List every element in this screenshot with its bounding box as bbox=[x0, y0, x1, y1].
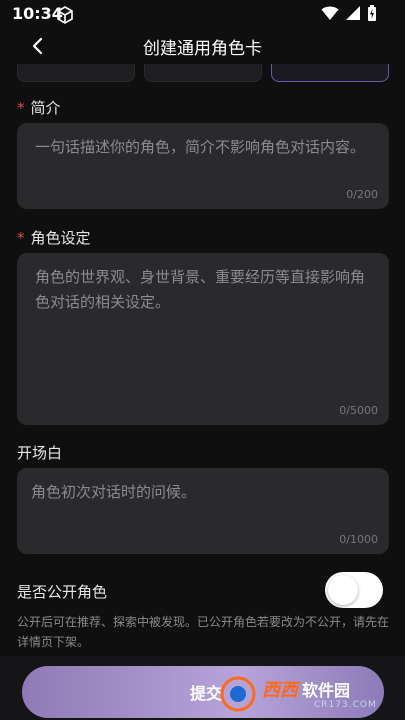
watermark-logo: 西西 软件园 CR173.COM bbox=[218, 672, 388, 716]
setting-placeholder: 角色的世界观、身世背景、重要经历等直接影响角色对话的相关设定。 bbox=[35, 268, 366, 311]
intro-counter: 0/200 bbox=[346, 188, 378, 201]
intro-placeholder: 一句话描述你的角色，简介不影响角色对话内容。 bbox=[35, 138, 366, 156]
sim-card-icon bbox=[56, 6, 74, 28]
watermark-emblem-icon bbox=[220, 676, 256, 712]
status-icons bbox=[321, 4, 377, 26]
watermark-text: 西西 软件园 bbox=[262, 680, 351, 701]
setting-textarea[interactable]: 角色的世界观、身世背景、重要经历等直接影响角色对话的相关设定。 0/5000 bbox=[17, 253, 389, 425]
toggle-knob bbox=[328, 575, 358, 605]
required-marker: * bbox=[17, 99, 25, 117]
setting-label: * 角色设定 bbox=[17, 229, 91, 247]
required-marker: * bbox=[17, 229, 25, 247]
option-card-selected[interactable] bbox=[271, 64, 389, 82]
greeting-label: 开场白 bbox=[17, 444, 63, 462]
app-header: 创建通用角色卡 bbox=[0, 28, 405, 64]
greeting-textarea[interactable]: 角色初次对话时的问候。 0/1000 bbox=[17, 468, 389, 554]
intro-label: * 简介 bbox=[17, 99, 61, 117]
signal-icon bbox=[345, 5, 361, 25]
option-card[interactable] bbox=[17, 64, 135, 82]
option-card[interactable] bbox=[144, 64, 262, 82]
greeting-counter: 0/1000 bbox=[339, 533, 378, 546]
battery-icon bbox=[367, 4, 377, 26]
public-toggle[interactable] bbox=[325, 572, 383, 608]
watermark-subtext: CR173.COM bbox=[314, 700, 377, 710]
status-bar: 10:34 bbox=[0, 0, 405, 28]
greeting-placeholder: 角色初次对话时的问候。 bbox=[31, 483, 197, 501]
setting-counter: 0/5000 bbox=[339, 404, 378, 417]
wifi-icon bbox=[321, 5, 339, 25]
intro-textarea[interactable]: 一句话描述你的角色，简介不影响角色对话内容。 0/200 bbox=[17, 123, 389, 209]
public-toggle-label: 是否公开角色 bbox=[17, 583, 108, 601]
public-helper-text: 公开后可在推荐、探索中被发现。已公开角色若要改为不公开，请先在详情页下架。 bbox=[17, 615, 390, 649]
page-title: 创建通用角色卡 bbox=[143, 39, 262, 59]
